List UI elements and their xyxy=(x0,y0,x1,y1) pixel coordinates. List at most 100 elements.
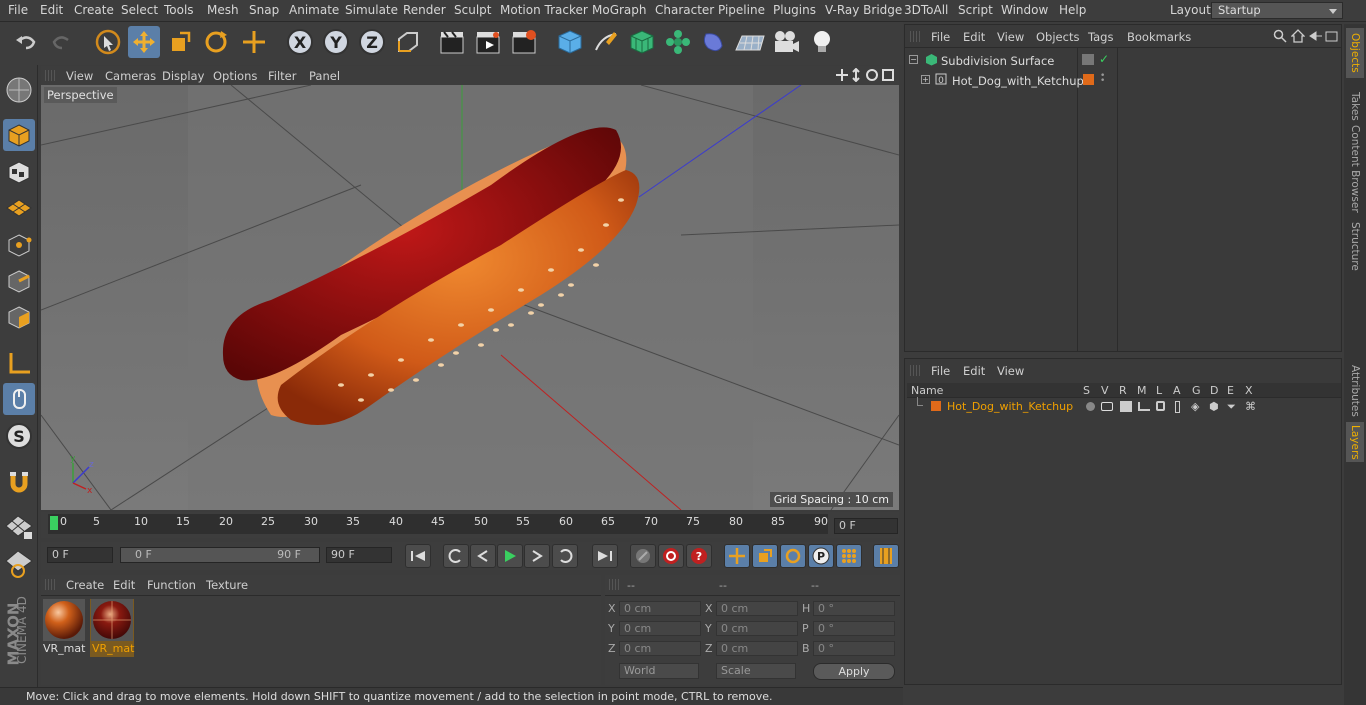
menu-tools[interactable]: Tools xyxy=(164,3,194,17)
key-pla-icon[interactable] xyxy=(836,544,862,568)
model-mode-icon[interactable] xyxy=(3,119,35,151)
material-menu-create[interactable]: Create xyxy=(66,578,104,592)
camera-icon[interactable] xyxy=(770,26,802,58)
key-scale-icon[interactable] xyxy=(752,544,778,568)
perspective-viewport[interactable]: y z x Perspective Grid Spacing : 10 cm xyxy=(41,85,899,510)
key-position-icon[interactable] xyxy=(724,544,750,568)
coordinate-system-icon[interactable] xyxy=(392,26,424,58)
recent-tool-icon[interactable] xyxy=(238,26,270,58)
om-menu-file[interactable]: File xyxy=(931,30,950,44)
viewport-menu-cameras[interactable]: Cameras xyxy=(105,69,156,83)
om-back-icon[interactable] xyxy=(1309,29,1323,46)
cloner-icon[interactable] xyxy=(662,26,694,58)
menu-help[interactable]: Help xyxy=(1059,3,1086,17)
next-key-icon[interactable] xyxy=(552,544,578,568)
autokey-icon[interactable] xyxy=(658,544,684,568)
menu-simulate[interactable]: Simulate xyxy=(345,3,398,17)
size-y-field[interactable]: 0 cm xyxy=(716,621,798,636)
goto-end-icon[interactable] xyxy=(592,544,618,568)
menu-mesh[interactable]: Mesh xyxy=(207,3,239,17)
solo-toggle-icon[interactable] xyxy=(1086,402,1095,411)
render-view-icon[interactable] xyxy=(436,26,468,58)
cube-primitive-icon[interactable] xyxy=(554,26,586,58)
viewport-menu-view[interactable]: View xyxy=(66,69,93,83)
timeline-ruler[interactable]: 0 5 10 15 20 25 30 35 40 45 50 55 60 65 … xyxy=(48,514,828,534)
deformer-icon[interactable] xyxy=(698,26,730,58)
viewport-menu-filter[interactable]: Filter xyxy=(268,69,296,83)
tab-attributes[interactable]: Attributes xyxy=(1346,362,1364,420)
om-menu-bookmarks[interactable]: Bookmarks xyxy=(1127,30,1191,44)
om-home-icon[interactable] xyxy=(1290,29,1306,46)
menu-3dtoall[interactable]: 3DToAll xyxy=(904,3,948,17)
layer-row[interactable]: Hot_Dog_with_Ketchup ◈ ⬢ ⏷ ⌘ xyxy=(907,397,1341,415)
x-axis-lock-icon[interactable]: X xyxy=(284,26,316,58)
viewport-nav-icons[interactable] xyxy=(836,67,896,85)
material-swatch[interactable]: VR_mat xyxy=(43,599,87,657)
viewport-menu-options[interactable]: Options xyxy=(213,69,257,83)
tab-takes[interactable]: Takes xyxy=(1346,86,1364,126)
size-z-field[interactable]: 0 cm xyxy=(716,641,798,656)
size-x-field[interactable]: 0 cm xyxy=(716,601,798,616)
prev-frame-icon[interactable] xyxy=(470,544,496,568)
viewport-menu-panel[interactable]: Panel xyxy=(309,69,340,83)
position-z-field[interactable]: 0 cm xyxy=(619,641,701,656)
generators-icon[interactable]: ◈ xyxy=(1191,400,1199,413)
goto-start-icon[interactable] xyxy=(405,544,431,568)
animation-film-icon[interactable] xyxy=(1175,401,1180,413)
menu-window[interactable]: Window xyxy=(1001,3,1048,17)
viewport-menu-display[interactable]: Display xyxy=(162,69,204,83)
layer-color-swatch[interactable] xyxy=(1083,74,1094,85)
position-x-field[interactable]: 0 cm xyxy=(619,601,701,616)
tab-structure[interactable]: Structure xyxy=(1346,220,1364,272)
render-clapper-icon[interactable] xyxy=(1120,401,1132,412)
snap-magnet-icon[interactable] xyxy=(3,466,35,498)
tab-layers[interactable]: Layers xyxy=(1346,422,1364,462)
om-menu-view[interactable]: View xyxy=(997,30,1024,44)
scale-tool-icon[interactable] xyxy=(164,26,196,58)
tab-objects[interactable]: Objects xyxy=(1346,28,1364,78)
material-menu-function[interactable]: Function xyxy=(147,578,196,592)
subdivision-surface-icon[interactable] xyxy=(626,26,658,58)
tree-row-hot-dog[interactable]: + 0 Hot_Dog_with_Ketchup • • xyxy=(905,72,1341,90)
tree-row-subdivision-surface[interactable]: − Subdivision Surface ✓ xyxy=(905,52,1341,70)
spline-pen-icon[interactable] xyxy=(590,26,622,58)
polygons-mode-icon[interactable] xyxy=(3,301,35,333)
lm-menu-view[interactable]: View xyxy=(997,364,1024,378)
menu-select[interactable]: Select xyxy=(121,3,158,17)
xref-icon[interactable]: ⌘ xyxy=(1245,400,1256,413)
menu-render[interactable]: Render xyxy=(403,3,446,17)
menu-create[interactable]: Create xyxy=(74,3,114,17)
expand-toggle-icon[interactable]: + xyxy=(921,75,930,84)
workplane-mode-icon[interactable] xyxy=(3,192,35,224)
layout-select[interactable]: Startup xyxy=(1211,2,1343,19)
key-parameter-icon[interactable]: P xyxy=(808,544,834,568)
redo-icon[interactable] xyxy=(46,26,78,58)
enabled-check-icon[interactable]: ✓ xyxy=(1099,52,1109,66)
om-search-icon[interactable] xyxy=(1273,29,1287,46)
menu-snap[interactable]: Snap xyxy=(249,3,279,17)
material-swatch-selected[interactable]: VR_mat xyxy=(90,599,134,657)
om-menu-tags[interactable]: Tags xyxy=(1088,30,1113,44)
menu-motion-tracker[interactable]: Motion Tracker xyxy=(500,3,588,17)
collapse-toggle-icon[interactable]: − xyxy=(909,55,918,64)
tab-content-browser[interactable]: Content Browser xyxy=(1346,124,1364,214)
texture-mode-icon[interactable] xyxy=(3,156,35,188)
menu-mograph[interactable]: MoGraph xyxy=(592,3,647,17)
expressions-icon[interactable]: ⏷ xyxy=(1227,400,1236,414)
material-menu-edit[interactable]: Edit xyxy=(113,578,135,592)
make-editable-icon[interactable] xyxy=(3,74,35,106)
playhead[interactable] xyxy=(50,516,58,530)
om-menu-edit[interactable]: Edit xyxy=(963,30,985,44)
render-picture-viewer-icon[interactable] xyxy=(472,26,504,58)
next-frame-icon[interactable] xyxy=(524,544,550,568)
rotation-h-field[interactable]: 0 ° xyxy=(813,601,895,616)
frame-range-slider[interactable]: 0 F 90 F xyxy=(120,547,320,563)
size-mode-select[interactable]: Scale xyxy=(716,663,796,679)
live-selection-icon[interactable] xyxy=(92,26,124,58)
axis-mode-icon[interactable] xyxy=(3,347,35,379)
view-eye-icon[interactable] xyxy=(1101,402,1113,411)
position-y-field[interactable]: 0 cm xyxy=(619,621,701,636)
lm-menu-file[interactable]: File xyxy=(931,364,950,378)
menu-sculpt[interactable]: Sculpt xyxy=(454,3,491,17)
menu-vray-bridge[interactable]: V-Ray Bridge xyxy=(825,3,902,17)
